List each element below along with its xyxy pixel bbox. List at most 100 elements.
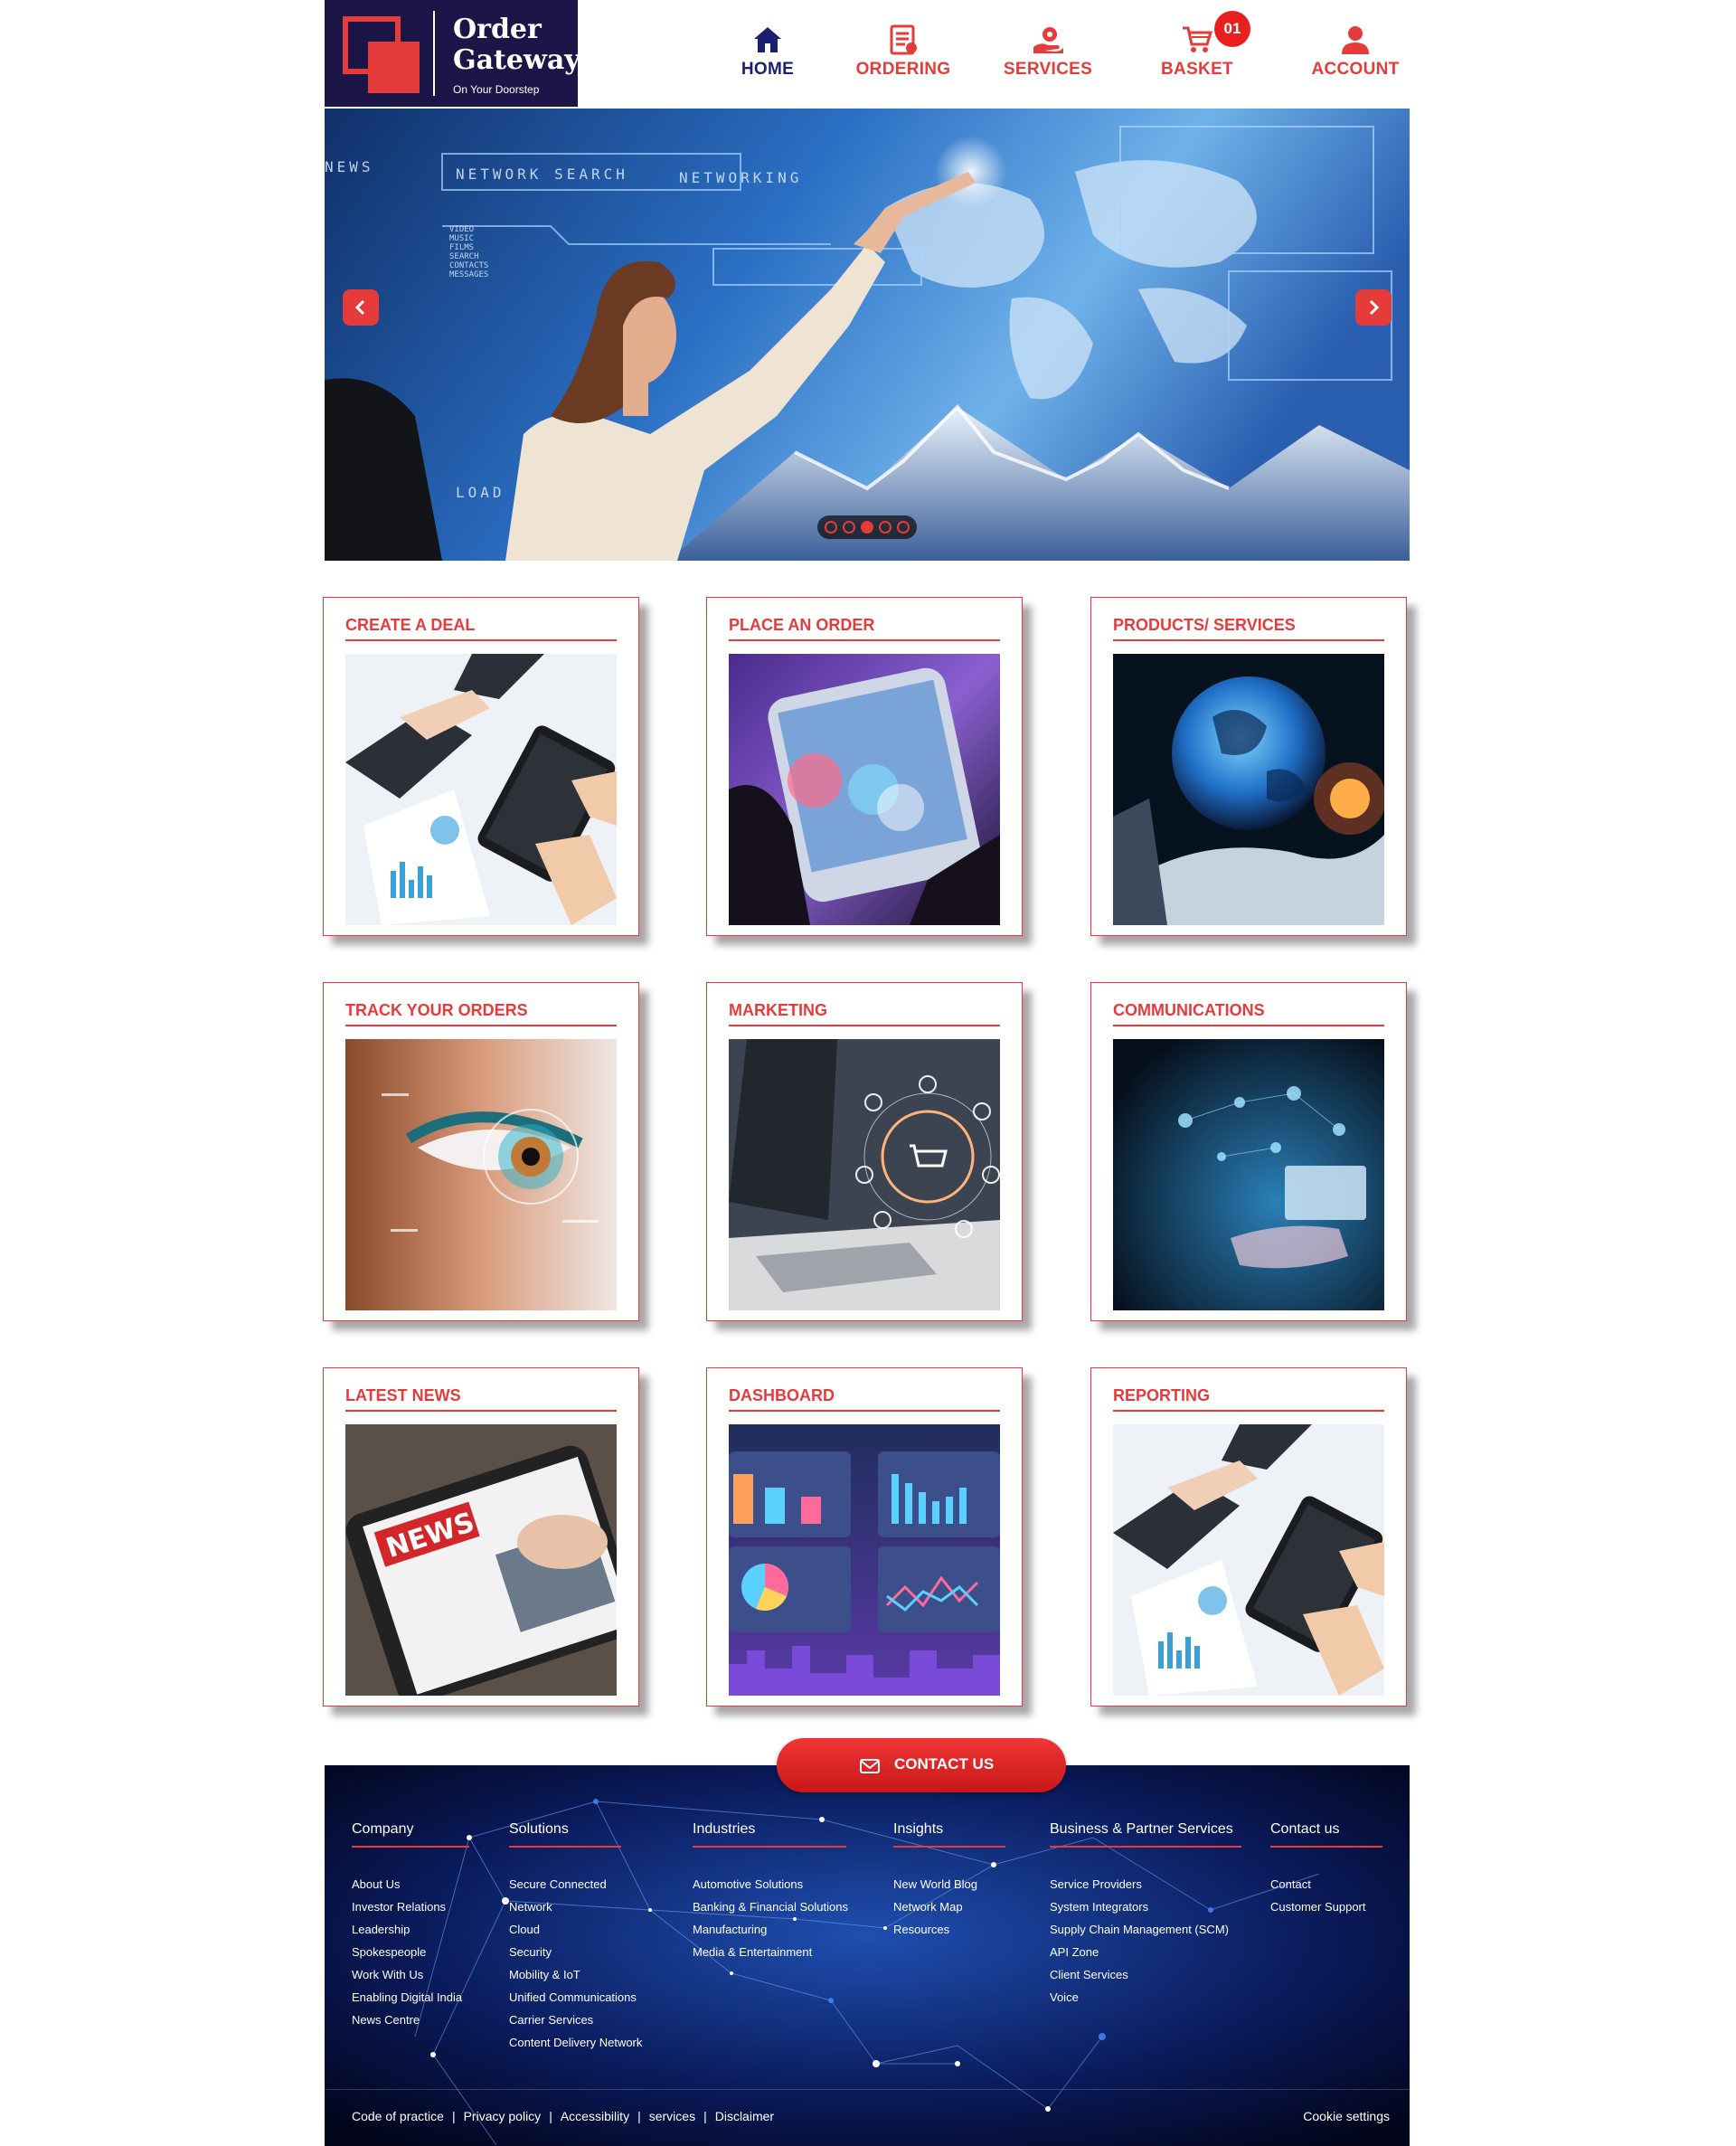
footer-heading: Business & Partner Services xyxy=(1050,1821,1241,1848)
card-dashboard[interactable]: DASHBOARD xyxy=(706,1367,1023,1706)
nav-services-label: SERVICES xyxy=(1003,60,1093,79)
hero-overlay-search: SEARCH xyxy=(449,252,479,261)
card-title: DASHBOARD xyxy=(729,1386,1000,1412)
footer-col-industries: Industries Automotive Solutions Banking … xyxy=(693,1821,848,1963)
card-title: CREATE A DEAL xyxy=(345,616,617,641)
card-title: PRODUCTS/ SERVICES xyxy=(1113,616,1384,641)
footer-link[interactable]: About Us xyxy=(352,1873,469,1895)
contact-us-label: CONTACT US xyxy=(894,1755,995,1773)
nav-account[interactable]: ACCOUNT xyxy=(1301,18,1410,90)
card-products-services[interactable]: PRODUCTS/ SERVICES xyxy=(1090,597,1407,936)
nav-home-label: HOME xyxy=(741,60,795,79)
home-icon xyxy=(754,27,781,52)
legal-link-services[interactable]: services xyxy=(649,2109,695,2123)
chevron-left-icon xyxy=(354,299,365,316)
footer-link[interactable]: Contact xyxy=(1270,1873,1382,1895)
carousel-next-button[interactable] xyxy=(1355,289,1392,326)
footer-link[interactable]: Enabling Digital India xyxy=(352,1986,469,2009)
card-image-handshake-report xyxy=(1113,1424,1384,1696)
footer-heading: Industries xyxy=(693,1821,846,1848)
card-track-orders[interactable]: TRACK YOUR ORDERS xyxy=(323,982,639,1321)
hero-overlay-networking: NETWORKING xyxy=(679,169,802,186)
footer-link[interactable]: System Integrators xyxy=(1050,1895,1241,1918)
footer-link[interactable]: Carrier Services xyxy=(509,2009,621,2031)
legal-links: Code of practice | Privacy policy | Accessib… xyxy=(352,2109,775,2123)
card-marketing[interactable]: MARKETING xyxy=(706,982,1023,1321)
footer-link[interactable]: Secure Connected xyxy=(509,1873,621,1895)
legal-link-disclaimer[interactable]: Disclaimer xyxy=(715,2109,774,2123)
nav-ordering[interactable]: ORDERING xyxy=(840,18,967,90)
order-list-icon xyxy=(890,24,917,55)
footer-link[interactable]: Network xyxy=(509,1895,621,1918)
footer-link[interactable]: Work With Us xyxy=(352,1963,469,1986)
carousel-dot-5[interactable] xyxy=(897,521,910,534)
hero-overlay-network-search: NETWORK SEARCH xyxy=(456,165,628,183)
card-place-order[interactable]: PLACE AN ORDER xyxy=(706,597,1023,936)
hero-overlay-load: LOAD xyxy=(456,484,505,501)
footer-col-business-partner: Business & Partner Services Service Prov… xyxy=(1050,1821,1241,2009)
footer-link[interactable]: Content Delivery Network xyxy=(509,2031,642,2054)
footer-link[interactable]: Unified Communications xyxy=(509,1986,637,2009)
footer-link[interactable]: Customer Support xyxy=(1270,1895,1382,1918)
footer-link[interactable]: Investor Relations xyxy=(352,1895,469,1918)
carousel-dot-4[interactable] xyxy=(879,521,892,534)
legal-link-privacy-policy[interactable]: Privacy policy xyxy=(464,2109,542,2123)
carousel-dot-2[interactable] xyxy=(843,521,855,534)
carousel-prev-button[interactable] xyxy=(343,289,379,326)
footer-link[interactable]: Banking & Financial Solutions xyxy=(693,1895,848,1918)
footer-heading: Solutions xyxy=(509,1821,621,1848)
footer-link[interactable]: API Zone xyxy=(1050,1941,1241,1963)
card-latest-news[interactable]: LATEST NEWS NEWS xyxy=(323,1367,639,1706)
legal-link-code-of-practice[interactable]: Code of practice xyxy=(352,2109,444,2123)
cookie-settings-link[interactable]: Cookie settings xyxy=(1303,2109,1390,2123)
footer-link[interactable]: Spokespeople xyxy=(352,1941,469,1963)
card-title: MARKETING xyxy=(729,1001,1000,1026)
mail-icon xyxy=(860,1759,880,1773)
brand-logo[interactable]: Order Gateway On Your Doorstep xyxy=(325,0,580,107)
cart-icon xyxy=(1183,26,1213,52)
footer-link[interactable]: Security xyxy=(509,1941,621,1963)
card-title: REPORTING xyxy=(1113,1386,1384,1412)
contact-us-button[interactable]: CONTACT US xyxy=(777,1738,1066,1792)
footer-link[interactable]: Voice xyxy=(1050,1986,1241,2009)
card-image-eye-scan xyxy=(345,1039,617,1310)
footer-link[interactable]: Network Map xyxy=(893,1895,1005,1918)
footer-col-company: Company About Us Investor Relations Lead… xyxy=(352,1821,469,2031)
card-reporting[interactable]: REPORTING xyxy=(1090,1367,1407,1706)
carousel-dot-1[interactable] xyxy=(825,521,837,534)
service-hand-icon xyxy=(1033,27,1063,53)
page: Order Gateway On Your Doorstep HOME ORDE… xyxy=(323,0,1410,2146)
footer-col-solutions: Solutions Secure Connected Network Cloud… xyxy=(509,1821,642,2054)
footer-link[interactable]: Client Services xyxy=(1050,1963,1241,1986)
card-communications[interactable]: COMMUNICATIONS xyxy=(1090,982,1407,1321)
footer-link[interactable]: Automotive Solutions xyxy=(693,1873,846,1895)
card-title: LATEST NEWS xyxy=(345,1386,617,1412)
nav-basket-label: BASKET xyxy=(1161,60,1233,79)
card-image-news-phone: NEWS xyxy=(345,1424,617,1696)
card-create-deal[interactable]: CREATE A DEAL xyxy=(323,597,639,936)
footer-link[interactable]: Service Providers xyxy=(1050,1873,1241,1895)
footer-col-contact: Contact us Contact Customer Support xyxy=(1270,1821,1382,1918)
carousel-dot-3[interactable] xyxy=(861,521,873,534)
footer-link[interactable]: New World Blog xyxy=(893,1873,1005,1895)
legal-link-accessibility[interactable]: Accessibility xyxy=(561,2109,629,2123)
hero-overlay-music: MUSIC xyxy=(449,234,474,243)
card-image-smartphone xyxy=(729,654,1000,925)
card-image-globe xyxy=(1113,654,1384,925)
footer-heading: Contact us xyxy=(1270,1821,1382,1848)
brand-title: Order Gateway xyxy=(453,14,580,76)
footer-link[interactable]: Manufacturing xyxy=(693,1918,846,1941)
nav-services[interactable]: SERVICES xyxy=(994,18,1102,90)
footer-link[interactable]: Leadership xyxy=(352,1918,469,1941)
nav-basket[interactable]: BASKET 01 xyxy=(1138,11,1256,90)
footer-link[interactable]: Resources xyxy=(893,1918,1005,1941)
hero-overlay-films: FILMS xyxy=(449,243,474,252)
footer-link[interactable]: Cloud xyxy=(509,1918,621,1941)
footer-link[interactable]: Media & Entertainment xyxy=(693,1941,846,1963)
footer-link[interactable]: Supply Chain Management (SCM) xyxy=(1050,1918,1241,1941)
hero-overlay-video: VIDEO xyxy=(449,225,474,234)
footer-link[interactable]: Mobility & IoT xyxy=(509,1963,621,1986)
hero-overlay-messages: MESSAGES xyxy=(449,270,488,279)
nav-home[interactable]: HOME xyxy=(722,18,813,90)
footer-link[interactable]: News Centre xyxy=(352,2009,469,2031)
